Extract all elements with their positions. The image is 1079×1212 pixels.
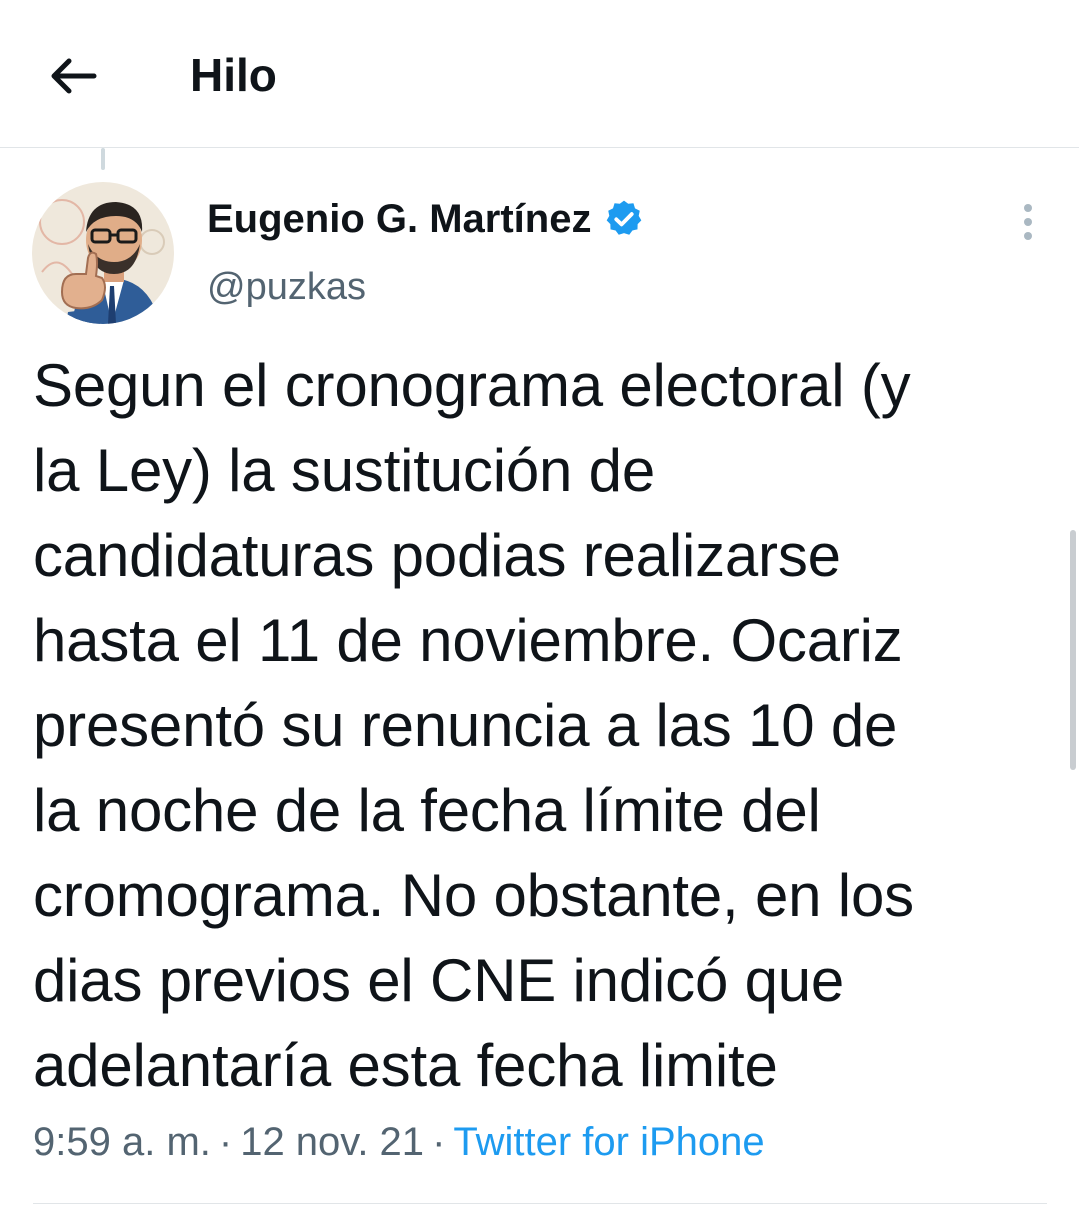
avatar-illustration (32, 182, 174, 324)
author-handle[interactable]: @puzkas (207, 262, 366, 312)
scrollbar[interactable] (1070, 530, 1076, 770)
author-name[interactable]: Eugenio G. Martínez (207, 194, 645, 244)
page-title: Hilo (190, 49, 277, 101)
more-vertical-icon (1024, 204, 1032, 240)
tweet-source-link[interactable]: Twitter for iPhone (453, 1120, 764, 1164)
tweet-text: Segun el cronograma electoral (y la Ley)… (33, 352, 914, 1099)
arrow-left-icon (51, 58, 97, 94)
author-name-text: Eugenio G. Martínez (207, 197, 592, 241)
avatar[interactable] (32, 182, 174, 324)
meta-separator: · (432, 1120, 446, 1164)
meta-separator: · (218, 1120, 233, 1164)
back-button[interactable] (40, 44, 106, 108)
thread-page: Hilo Eugenio G. Martínez @puzkas Segun e… (0, 0, 1079, 1212)
verified-badge-icon (607, 200, 642, 235)
tweet-meta: 9:59 a. m. · 12 nov. 21 · Twitter for iPhone (33, 1116, 765, 1168)
tweet-date[interactable]: 12 nov. 21 (240, 1120, 424, 1164)
tweet-time: 9:59 a. m. (33, 1120, 211, 1164)
top-bar: Hilo (0, 0, 1079, 148)
thread-connector (101, 148, 105, 170)
divider (33, 1203, 1047, 1204)
more-options-button[interactable] (1006, 196, 1050, 248)
